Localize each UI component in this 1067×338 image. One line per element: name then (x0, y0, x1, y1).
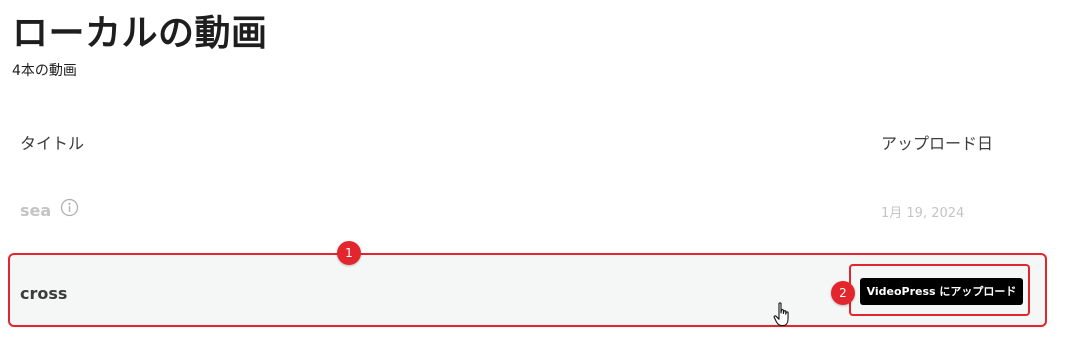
hand-pointer-icon (773, 302, 793, 328)
video-count: 4本の動画 (12, 63, 77, 79)
column-header-title: タイトル (20, 134, 85, 153)
info-icon[interactable] (60, 198, 79, 217)
column-header-upload-date: アップロード日 (881, 134, 994, 153)
video-title-cross: cross (20, 284, 68, 303)
step-badge-1: 1 (337, 241, 361, 265)
local-videos-page: ローカルの動画 4本の動画 タイトル アップロード日 sea 1月 19, 20… (0, 0, 1067, 338)
page-title: ローカルの動画 (12, 13, 268, 54)
video-title-sea: sea (20, 201, 52, 220)
step-badge-2: 2 (831, 281, 855, 305)
upload-date-sea: 1月 19, 2024 (881, 206, 965, 221)
upload-to-videopress-button[interactable]: VideoPress にアップロード (860, 278, 1023, 305)
